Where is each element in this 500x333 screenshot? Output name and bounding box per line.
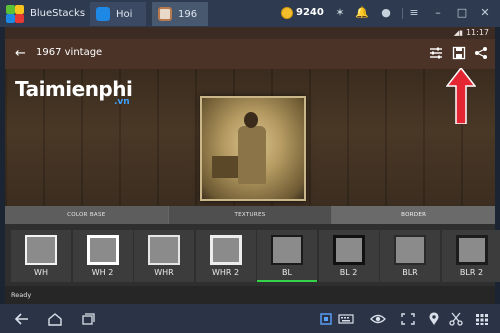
adjust-icon[interactable] xyxy=(429,46,443,60)
save-icon[interactable] xyxy=(452,46,466,60)
view-icon[interactable] xyxy=(370,312,386,326)
maximize-icon[interactable]: □ xyxy=(455,6,469,20)
page-title: 1967 vintage xyxy=(36,47,103,58)
border-option-label: WHR 2 xyxy=(211,268,240,277)
recent-apps-icon[interactable] xyxy=(80,312,96,326)
keyboard-icon[interactable] xyxy=(318,312,334,326)
minimize-icon[interactable]: – xyxy=(431,6,445,20)
back-nav-icon[interactable] xyxy=(14,312,30,326)
border-option-label: WH 2 xyxy=(91,268,114,277)
tab-app-label: 196 xyxy=(178,8,198,20)
border-option[interactable]: WHR 2 xyxy=(195,230,256,282)
vintage-photo xyxy=(200,96,306,201)
photo-figure-head xyxy=(244,112,258,128)
border-option[interactable]: WHR xyxy=(134,230,194,282)
border-option-label: BL xyxy=(282,268,292,277)
border-option[interactable]: BLR xyxy=(380,230,440,282)
home-icon xyxy=(96,7,110,21)
coin-balance: 9240 xyxy=(296,7,324,18)
bluestacks-nav-bar xyxy=(0,304,500,333)
tab-home[interactable]: Hoi xyxy=(90,2,146,26)
border-option[interactable]: WH xyxy=(11,230,71,282)
controls-icon[interactable] xyxy=(338,312,354,326)
pin-icon[interactable]: ✶ xyxy=(333,6,347,20)
more-icon[interactable] xyxy=(474,312,490,326)
title-bar: BlueStacks Hoi 196 9240 ✶ 🔔 ● ≡ – □ ✕ xyxy=(0,0,500,27)
border-option-label: BLR xyxy=(402,268,418,277)
cut-icon[interactable] xyxy=(448,312,464,326)
status-text: Ready xyxy=(11,291,32,299)
home-nav-icon[interactable] xyxy=(47,312,63,326)
coin-icon xyxy=(281,7,293,19)
watermark-letter: T xyxy=(15,77,26,101)
border-option-label: WHR xyxy=(154,268,174,277)
border-preview-thumbnail xyxy=(209,235,242,265)
border-preview-thumbnail xyxy=(86,235,119,265)
notification-icon[interactable]: 🔔 xyxy=(355,6,369,20)
location-icon[interactable] xyxy=(426,312,442,326)
red-arrow-annotation xyxy=(446,68,476,124)
watermark-suffix: .vn xyxy=(114,97,130,107)
tab-color-base[interactable]: COLOR BASE xyxy=(5,206,168,224)
border-option-label: BL 2 xyxy=(339,268,358,277)
signal-icon: ◢▮ xyxy=(453,29,463,37)
border-preview-thumbnail xyxy=(271,235,303,265)
expand-icon[interactable] xyxy=(400,312,416,326)
app-icon xyxy=(158,7,172,21)
bluestacks-logo-icon xyxy=(6,4,24,23)
menu-icon[interactable]: ≡ xyxy=(407,6,421,20)
filter-tabs: COLOR BASE TEXTURES BORDER xyxy=(5,206,496,224)
border-preview-thumbnail xyxy=(332,235,365,265)
border-option[interactable]: BL 2 xyxy=(318,230,379,282)
app-toolbar: ← 1967 vintage xyxy=(5,39,495,69)
tab-border[interactable]: BORDER xyxy=(332,206,496,224)
photo-figure xyxy=(238,126,266,184)
border-options-strip: WH WH 2 WHR WHR 2 BL BL 2 BLR BLR 2 xyxy=(5,224,500,286)
border-option[interactable]: BL xyxy=(257,230,317,282)
android-status-bar: ◢▮ 11:17 xyxy=(5,27,495,39)
close-icon[interactable]: ✕ xyxy=(478,6,492,20)
border-preview-thumbnail xyxy=(455,235,488,265)
border-preview-thumbnail xyxy=(25,235,57,265)
account-icon[interactable]: ● xyxy=(379,6,393,20)
bluestacks-window: BlueStacks Hoi 196 9240 ✶ 🔔 ● ≡ – □ ✕ ◢▮… xyxy=(0,0,500,333)
tab-home-label: Hoi xyxy=(116,8,133,20)
app-name: BlueStacks xyxy=(30,8,86,19)
selected-indicator xyxy=(257,280,317,282)
border-preview-thumbnail xyxy=(148,235,180,265)
border-preview-thumbnail xyxy=(394,235,426,265)
border-option-label: WH xyxy=(34,268,48,277)
border-option[interactable]: BLR 2 xyxy=(441,230,500,282)
status-bar-bottom: Ready xyxy=(5,286,495,304)
status-time: 11:17 xyxy=(465,28,489,37)
share-icon[interactable] xyxy=(474,46,488,60)
tab-textures[interactable]: TEXTURES xyxy=(167,206,333,224)
divider xyxy=(402,8,403,19)
border-option-label: BLR 2 xyxy=(459,268,484,277)
back-arrow-icon[interactable]: ← xyxy=(15,46,26,61)
tab-1967-vintage[interactable]: 196 xyxy=(152,2,208,26)
border-option[interactable]: WH 2 xyxy=(72,230,133,282)
